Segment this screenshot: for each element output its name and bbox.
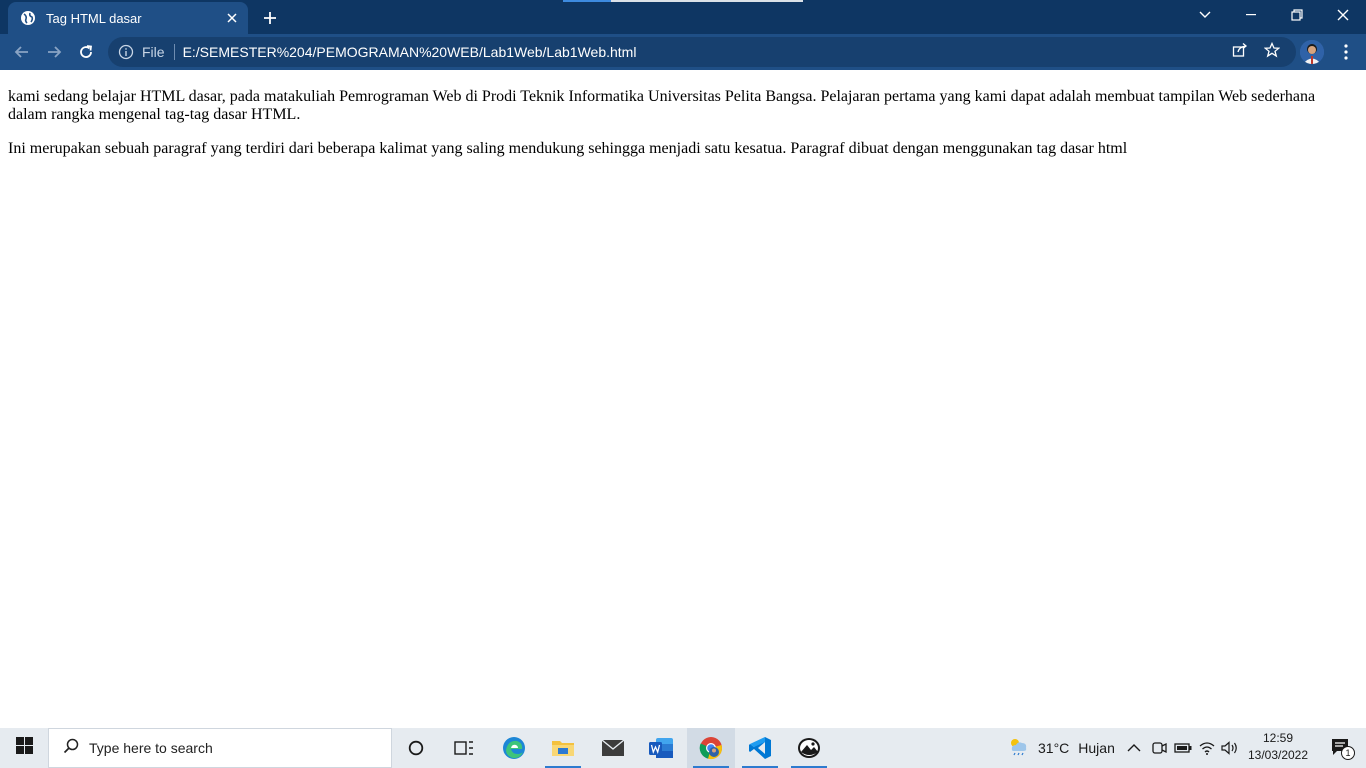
search-placeholder: Type here to search [89, 740, 213, 756]
taskbar-clock[interactable]: 12:59 13/03/2022 [1244, 730, 1312, 764]
taskbar-search[interactable]: Type here to search [48, 728, 392, 768]
browser-tabstrip: Tag HTML dasar [0, 0, 1366, 34]
show-hidden-icons-chevron-icon[interactable] [1127, 728, 1141, 768]
word-icon[interactable] [637, 728, 685, 768]
windows-taskbar: Type here to search 31°C Hujan 12:59 13/… [0, 728, 1366, 768]
more-menu-icon[interactable] [1334, 40, 1358, 64]
restore-button[interactable] [1274, 0, 1320, 30]
file-explorer-icon[interactable] [539, 728, 587, 768]
page-content: kami sedang belajar HTML dasar, pada mat… [0, 70, 1366, 728]
tab-title: Tag HTML dasar [46, 10, 142, 26]
meet-now-icon[interactable] [1151, 728, 1167, 768]
address-bar[interactable]: File E:/SEMESTER%204/PEMOGRAMAN%20WEB/La… [108, 37, 1296, 67]
close-tab-icon[interactable] [218, 4, 246, 32]
back-button[interactable] [6, 36, 38, 68]
volume-icon[interactable] [1221, 728, 1239, 768]
share-icon[interactable] [1231, 41, 1249, 59]
info-icon[interactable] [118, 44, 134, 60]
weather-rain-icon [1006, 736, 1030, 761]
vscode-icon[interactable] [736, 728, 784, 768]
weather-widget[interactable]: 31°C Hujan [1006, 728, 1115, 768]
close-window-button[interactable] [1320, 0, 1366, 30]
start-button[interactable] [0, 728, 48, 768]
scheme-label: File [142, 44, 165, 60]
battery-icon[interactable] [1174, 728, 1192, 768]
tab-search-icon[interactable] [1182, 0, 1228, 30]
search-icon [63, 738, 79, 759]
paragraph-2: Ini merupakan sebuah paragraf yang terdi… [8, 140, 1128, 157]
notification-count-badge: 1 [1341, 746, 1355, 760]
mail-icon[interactable] [589, 728, 637, 768]
bookmark-star-icon[interactable] [1263, 41, 1281, 59]
browser-tab-active[interactable]: Tag HTML dasar [8, 2, 248, 34]
chrome-icon[interactable] [687, 728, 735, 768]
browser-toolbar: File E:/SEMESTER%204/PEMOGRAMAN%20WEB/La… [0, 34, 1366, 70]
globe-icon [20, 10, 36, 26]
scheme-divider [173, 44, 175, 60]
weather-temp: 31°C [1038, 740, 1070, 756]
minimize-button[interactable] [1228, 0, 1274, 30]
cortana-icon[interactable] [392, 728, 440, 768]
wifi-icon[interactable] [1199, 728, 1215, 768]
edge-icon[interactable] [490, 728, 538, 768]
clock-time: 12:59 [1262, 731, 1294, 745]
window-drag-indicator-accent [563, 0, 611, 2]
forward-button[interactable] [38, 36, 70, 68]
notification-center-button[interactable]: 1 [1322, 728, 1362, 768]
task-view-icon[interactable] [440, 728, 488, 768]
profile-avatar[interactable] [1300, 40, 1324, 64]
weather-desc: Hujan [1078, 740, 1115, 756]
windows-logo-icon [15, 737, 33, 759]
url-text[interactable]: E:/SEMESTER%204/PEMOGRAMAN%20WEB/Lab1Web… [183, 44, 637, 60]
new-tab-button[interactable] [256, 4, 284, 32]
paragraph-1: kami sedang belajar HTML dasar, pada mat… [8, 88, 1316, 123]
reload-button[interactable] [70, 36, 102, 68]
clock-date: 13/03/2022 [1247, 748, 1309, 762]
photos-icon[interactable] [785, 728, 833, 768]
notification-icon: 1 [1331, 738, 1355, 760]
